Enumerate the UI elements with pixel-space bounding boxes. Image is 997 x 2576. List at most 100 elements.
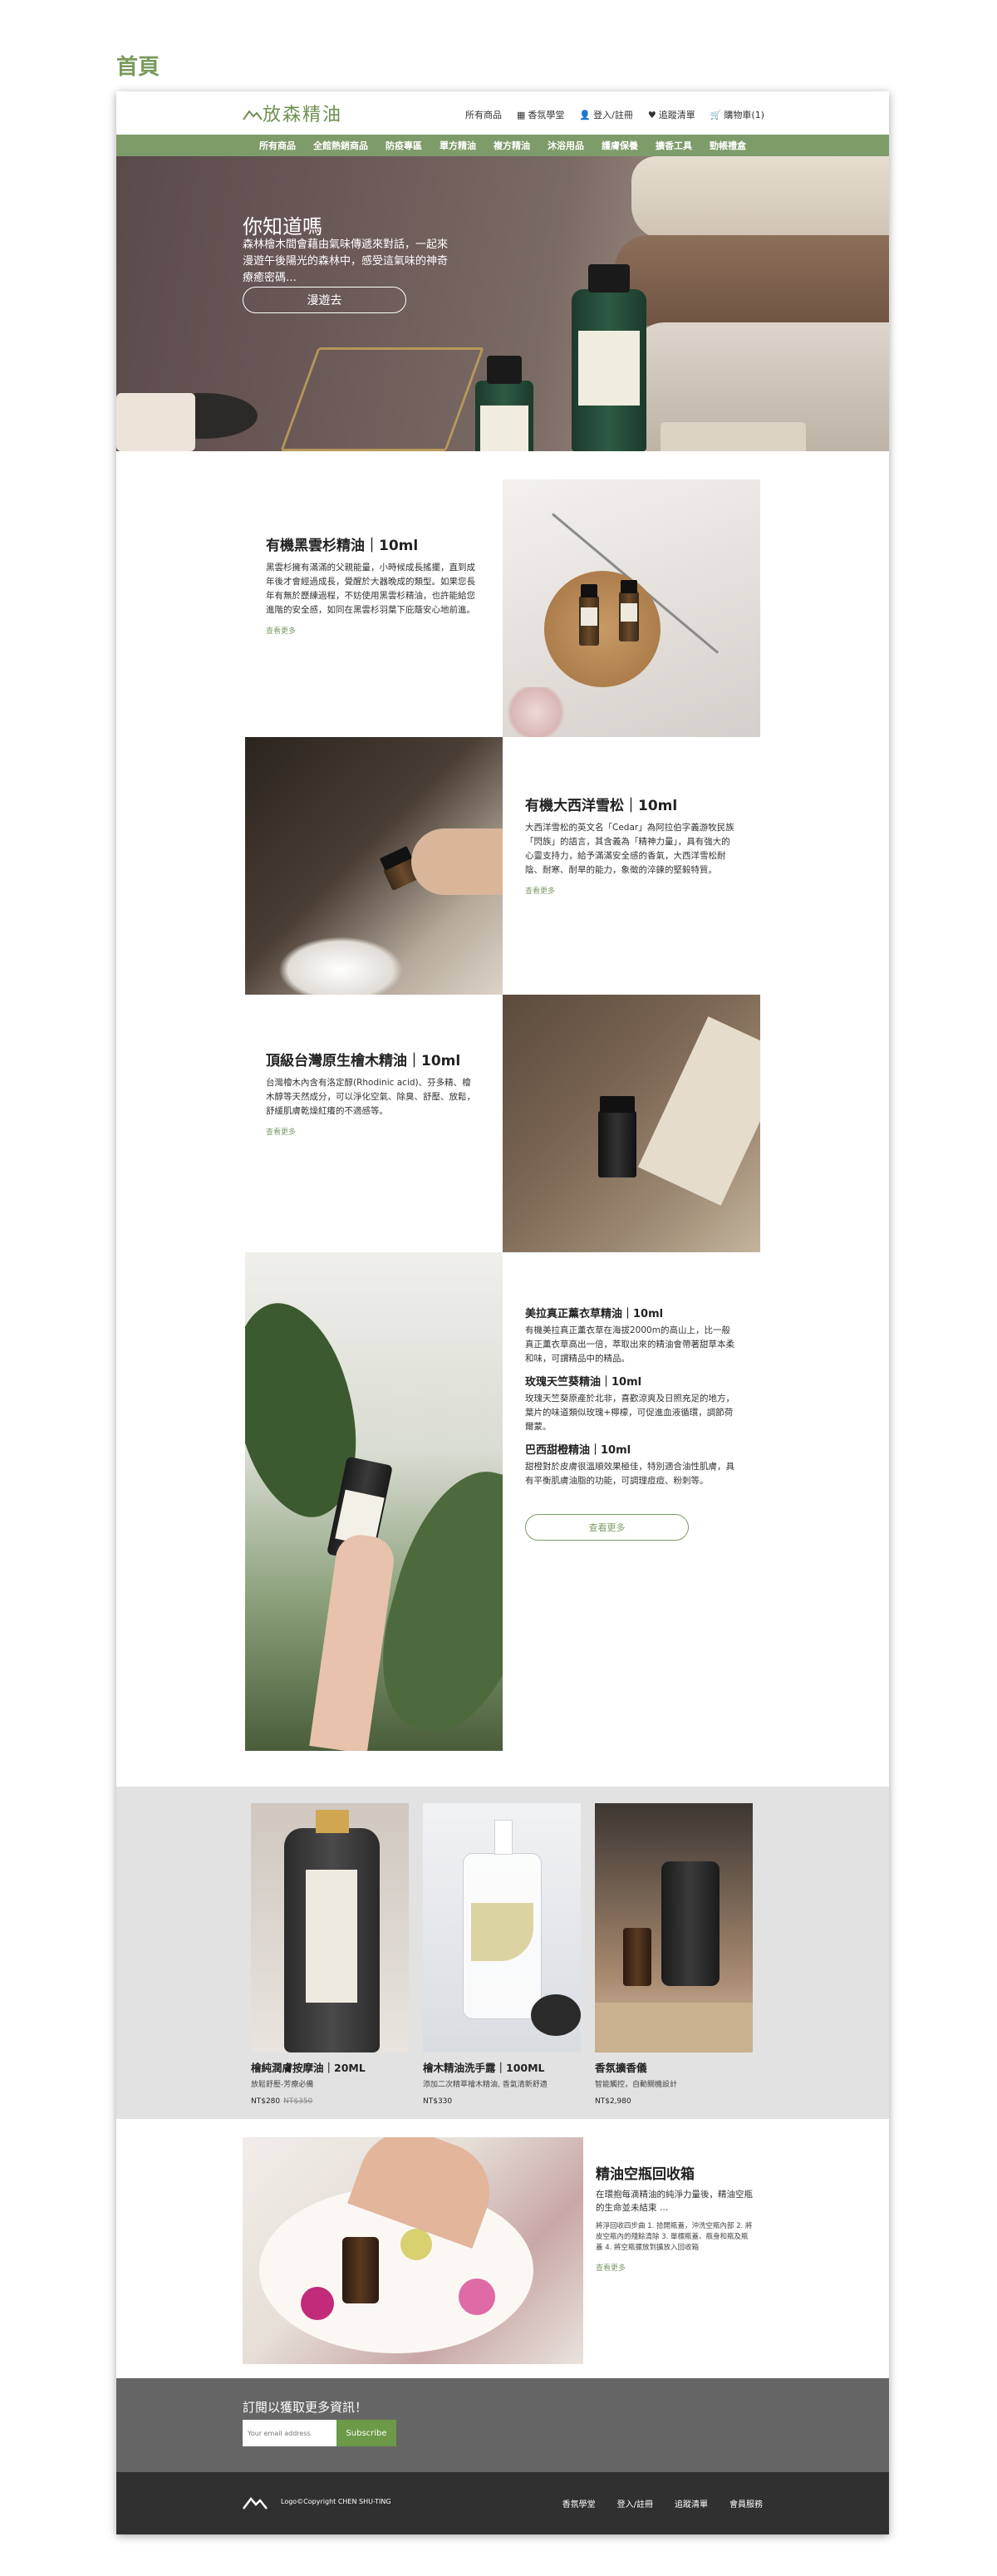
header-link-wishlist[interactable]: ♥ 追蹤清單: [648, 108, 695, 121]
hero-candle-image: [661, 422, 806, 451]
product-taiwan-cypress: 頂級台灣原生檜木精油｜10ml 台灣檜木內含有洛定醇(Rhodinic acid…: [266, 1049, 478, 1137]
footer-link-fragrance[interactable]: 香氛學堂: [562, 2497, 596, 2510]
hero-explore-button[interactable]: 漫遊去: [243, 287, 406, 313]
product-card-name: 檜純潤膚按摩油｜20ML: [251, 2062, 366, 2074]
product-image-black-spruce: [503, 479, 760, 737]
product-card-name: 檜木精油洗手露｜100ML: [423, 2062, 545, 2074]
product-card-diffuser[interactable]: 香氛擴香儀 智能觸控，自動關機設計 NT$2,980: [595, 1803, 753, 2106]
price-original: NT$350: [283, 2097, 313, 2106]
product-lavender: 美拉真正薰衣草精油｜10ml 有機美拉真正薰衣草在海拔2000m的高山上，比一般…: [525, 1305, 737, 1366]
nav-item-diffusers[interactable]: 擴香工具: [656, 139, 692, 152]
hero-text: 森林檜木間會藉由氣味傳遞來對話，一起來漫遊午後陽光的森林中，感受這氣味的神奇療癒…: [243, 238, 449, 284]
product-card-desc: 添加二次精萃檜木精油, 香氣清新舒適: [423, 2081, 548, 2089]
hero-towel-image: [615, 235, 889, 327]
mountain-logo-icon: [243, 2497, 268, 2510]
view-more-button[interactable]: 查看更多: [525, 1514, 689, 1541]
recycle-title: 精油空瓶回收箱: [596, 2166, 695, 2183]
nav-item-bestsellers[interactable]: 全館熱銷商品: [313, 139, 368, 152]
recycle-image: [243, 2137, 583, 2364]
product-description: 甜橙對於皮膚很溫順效果極佳，特別適合油性肌膚，具有平衡肌膚油脂的功能，可調理痘痘…: [525, 1462, 734, 1486]
header-link-cart[interactable]: 🛒 購物車(1): [710, 108, 764, 121]
user-icon: 👤: [579, 109, 592, 120]
mountain-logo-icon: [243, 110, 263, 120]
product-title: 有機黑雲杉精油｜10ml: [266, 538, 419, 554]
price-current: NT$330: [423, 2097, 453, 2106]
cart-icon: 🛒: [710, 109, 722, 120]
heart-icon: ♥: [647, 109, 656, 120]
price-current: NT$280: [251, 2097, 281, 2106]
recycle-more-link[interactable]: 查看更多: [596, 2262, 754, 2273]
logo-text: 放森精油: [263, 105, 343, 125]
nav-item-bath[interactable]: 沐浴用品: [548, 139, 584, 152]
nav-item-epidemic[interactable]: 防疫專區: [386, 139, 422, 152]
product-geranium: 玫瑰天竺葵精油｜10ml 玫瑰天竺葵原產於北非，喜歡涼爽及日照充足的地方，葉片的…: [525, 1373, 737, 1434]
footer-link-wishlist[interactable]: 追蹤清單: [675, 2497, 708, 2510]
page-title: 首頁: [116, 55, 160, 80]
product-card-desc: 放鬆舒壓-芳療必備: [251, 2081, 314, 2089]
product-sweet-orange: 巴西甜橙精油｜10ml 甜橙對於皮膚很溫順效果極佳，特別適合油性肌膚，具有平衡肌…: [525, 1441, 737, 1488]
product-description: 台灣檜木內含有洛定醇(Rhodinic acid)、芬多精、檜木醇等天然成分，可…: [266, 1078, 475, 1116]
footer-link-login[interactable]: 登入/註冊: [617, 2497, 653, 2510]
hero-bottle-image: [572, 264, 646, 451]
header-link-cart-label: 購物車(1): [724, 110, 764, 120]
product-image-hand-bottle: [245, 1252, 503, 1751]
hero-candle-image: [116, 393, 195, 451]
product-description: 大西洋雪松的英文名「Cedar」為阿拉伯字義游牧民族「閃族」的語言，其含義為「精…: [525, 823, 734, 875]
product-description: 玫瑰天竺葵原產於北非，喜歡涼爽及日照充足的地方，葉片的味道類似玫瑰+檸檬，可促進…: [525, 1394, 734, 1432]
nav-item-gift-sets[interactable]: 勁帳禮盒: [710, 139, 746, 152]
footer-link-member[interactable]: 會員服務: [729, 2497, 763, 2510]
hero-banner: 你知道嗎 森林檜木間會藉由氣味傳遞來對話，一起來漫遊午後陽光的森林中，感受這氣味…: [116, 156, 889, 451]
header-link-login-label: 登入/註冊: [593, 110, 633, 120]
product-black-spruce: 有機黑雲杉精油｜10ml 黑雲杉擁有滿滿的父親能量，小時候成長搖擺，直到成年後才…: [266, 533, 478, 636]
price-current: NT$2,980: [595, 2097, 631, 2106]
email-input[interactable]: [243, 2420, 336, 2446]
header-link-wishlist-label: 追蹤清單: [658, 110, 695, 120]
product-title: 玫瑰天竺葵精油｜10ml: [525, 1376, 642, 1389]
subscribe-title: 訂閱以獲取更多資訊！: [243, 2400, 368, 2415]
hero-decor-image: [280, 347, 484, 451]
website-frame: 放森精油 所有商品 ▦ 香氛學堂 👤 登入/註冊 ♥ 追蹤清單 🛒 購物車(1) 所有商…: [116, 91, 889, 2534]
product-card-image: [251, 1803, 409, 2052]
product-card-name: 香氛擴香儀: [595, 2062, 647, 2074]
product-card-massage-oil[interactable]: 檜純潤膚按摩油｜20ML 放鬆舒壓-芳療必備 NT$280 NT$350: [251, 1803, 409, 2106]
product-title: 頂級台灣原生檜木精油｜10ml: [266, 1053, 461, 1069]
product-more-link[interactable]: 查看更多: [525, 885, 737, 896]
hero-towel-image: [631, 156, 889, 239]
footer-copyright: Logo©Copyright CHEN SHU-TING: [281, 2498, 391, 2505]
product-title: 美拉真正薰衣草精油｜10ml: [525, 1308, 664, 1320]
product-image-atlas-cedar: [245, 737, 503, 995]
nav-item-all-products[interactable]: 所有商品: [259, 139, 296, 152]
product-title: 有機大西洋雪松｜10ml: [525, 798, 678, 814]
product-card-price: NT$330: [423, 2097, 581, 2106]
main-nav: 所有商品 全館熱銷商品 防疫專區 單方精油 複方精油 沐浴用品 護膚保養 擴香工…: [116, 135, 889, 156]
subscribe-button[interactable]: Subscribe: [336, 2420, 396, 2446]
product-card-desc: 智能觸控，自動關機設計: [595, 2081, 678, 2089]
product-image-taiwan-cypress: [503, 995, 760, 1252]
product-card-hand-wash[interactable]: 檜木精油洗手露｜100ML 添加二次精萃檜木精油, 香氣清新舒適 NT$330: [423, 1803, 581, 2106]
recycle-subtitle: 在環抱每滴精油的純淨力量後，精油空瓶的生命並未結束 …: [596, 2190, 753, 2213]
product-title: 巴西甜橙精油｜10ml: [525, 1444, 631, 1457]
hero-bottle-image: [475, 356, 533, 451]
product-card-image: [423, 1803, 581, 2052]
product-card-image: [595, 1803, 753, 2052]
product-more-link[interactable]: 查看更多: [266, 1126, 478, 1137]
site-footer: Logo©Copyright CHEN SHU-TING 香氛學堂 登入/註冊 …: [116, 2472, 889, 2534]
nav-item-skincare[interactable]: 護膚保養: [602, 139, 638, 152]
top-header: 放森精油 所有商品 ▦ 香氛學堂 👤 登入/註冊 ♥ 追蹤清單 🛒 購物車(1): [116, 91, 889, 135]
product-description: 有機美拉真正薰衣草在海拔2000m的高山上，比一般真正薰衣草高出一倍，萃取出來的…: [525, 1325, 734, 1364]
footer-links: 香氛學堂 登入/註冊 追蹤清單 會員服務: [562, 2497, 763, 2510]
hero-title: 你知道嗎: [243, 215, 322, 238]
header-link-fragrance[interactable]: ▦ 香氛學堂: [517, 108, 564, 121]
product-card-price: NT$280 NT$350: [251, 2097, 409, 2106]
product-atlas-cedar: 有機大西洋雪松｜10ml 大西洋雪松的英文名「Cedar」為阿拉伯字義游牧民族「…: [525, 794, 737, 896]
nav-item-single-oils[interactable]: 單方精油: [440, 139, 476, 152]
product-more-link[interactable]: 查看更多: [266, 625, 478, 636]
product-card-price: NT$2,980: [595, 2097, 753, 2106]
site-logo[interactable]: 放森精油: [243, 100, 342, 126]
recycle-info: 精油空瓶回收箱 在環抱每滴精油的純淨力量後，精油空瓶的生命並未結束 … 將淨回收…: [596, 2162, 754, 2273]
book-icon: ▦: [517, 109, 526, 120]
header-link-login[interactable]: 👤 登入/註冊: [579, 108, 632, 121]
header-link-all-products[interactable]: 所有商品: [465, 108, 502, 121]
nav-item-blend-oils[interactable]: 複方精油: [494, 139, 530, 152]
product-description: 黑雲杉擁有滿滿的父親能量，小時候成長搖擺，直到成年後才會經過成長，覺醒於大器晚成…: [266, 563, 475, 615]
